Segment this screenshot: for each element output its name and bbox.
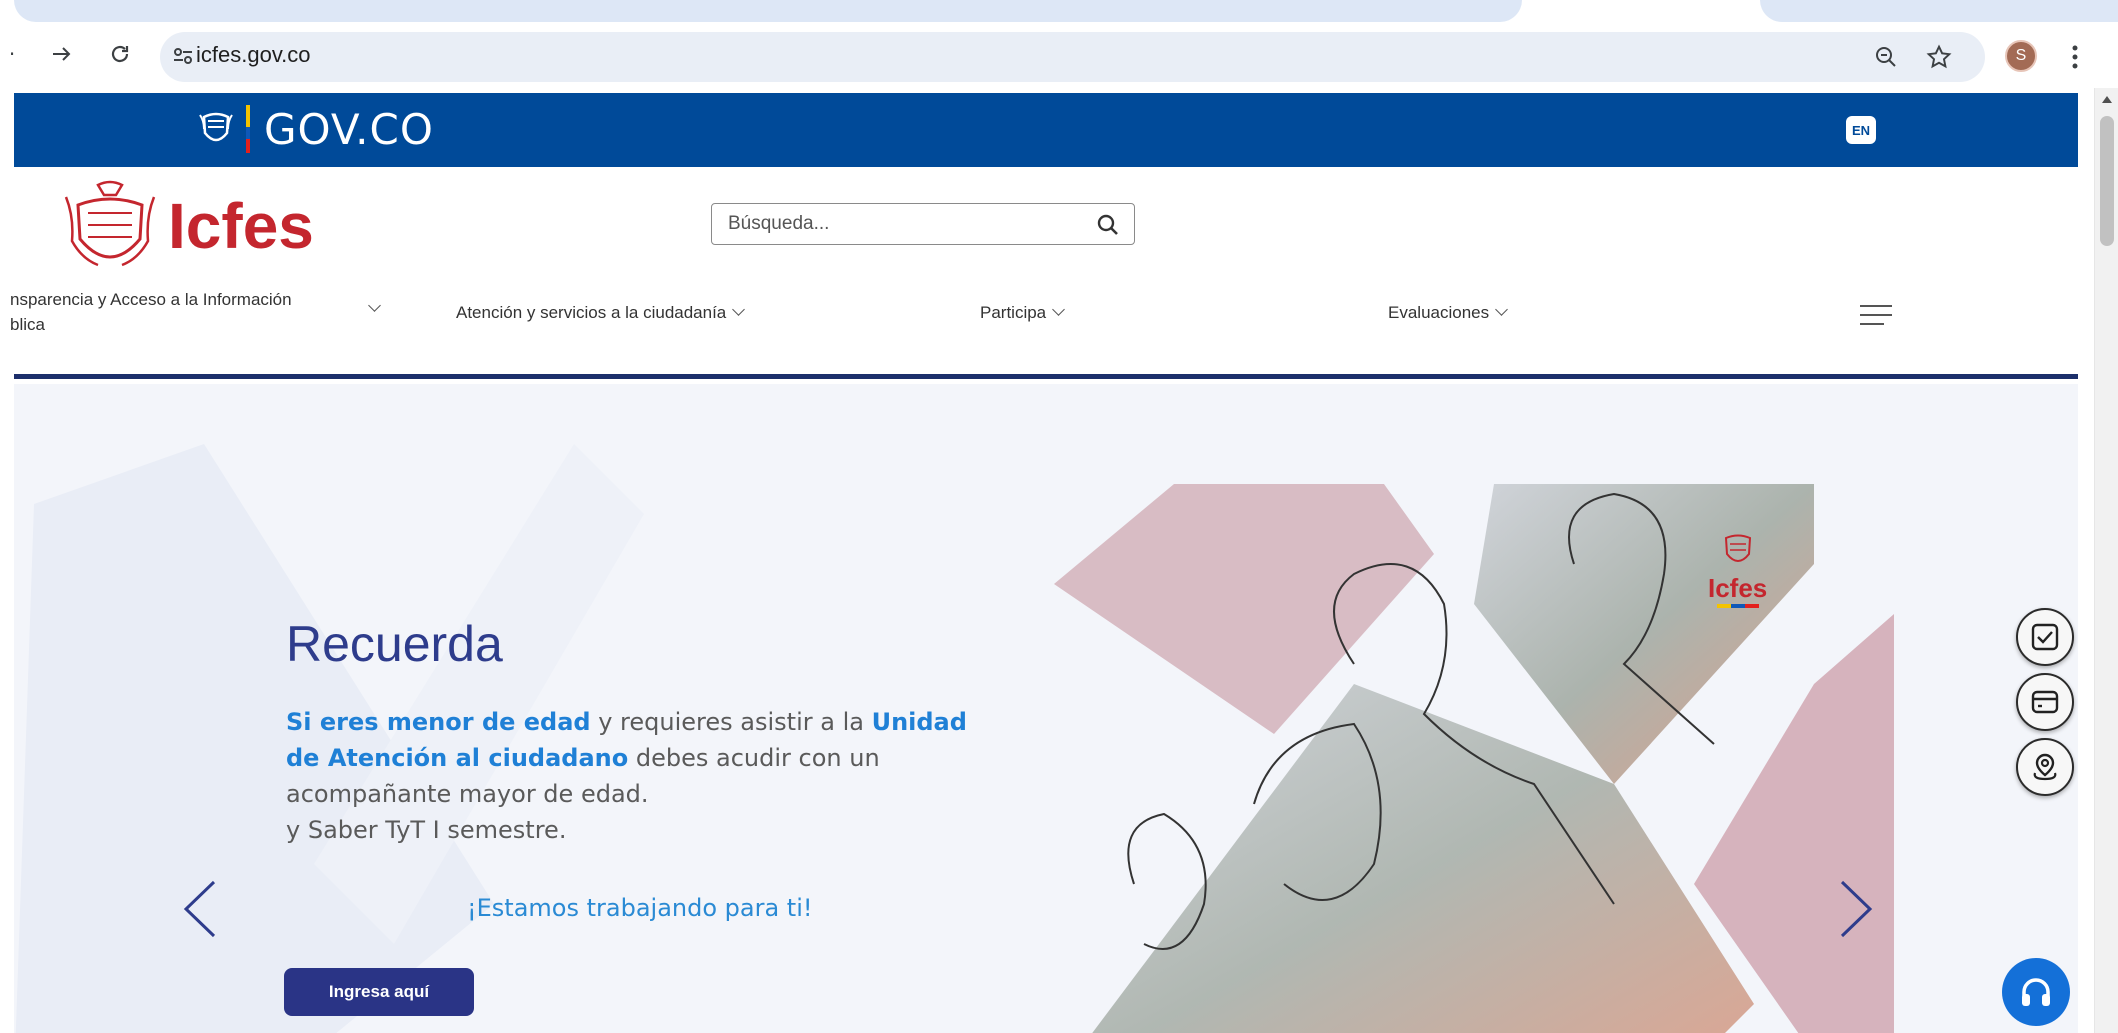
chevron-down-icon xyxy=(1052,303,1066,316)
site-info-icon[interactable] xyxy=(172,45,194,67)
reload-button[interactable] xyxy=(100,34,140,74)
nav-item-label: nsparencia y Acceso a la Información xyxy=(10,290,292,309)
nav-item-label: Evaluaciones xyxy=(1388,303,1490,322)
nav-item-label: Atención y servicios a la ciudadanía xyxy=(456,303,727,322)
hero-emphasis-minor: Si eres menor de edad xyxy=(286,708,591,736)
hamburger-menu-icon[interactable] xyxy=(1860,303,1892,327)
gov-divider-blue xyxy=(246,127,250,139)
hero-text-span: y requieres asistir a la xyxy=(590,708,872,736)
hero-illustration-image xyxy=(1054,484,1914,1033)
hero-carousel: Icfes Recuerda Si eres menor de edad y r… xyxy=(14,384,2078,1033)
checkbox-icon xyxy=(2031,623,2059,651)
icfes-image-logo-text: Icfes xyxy=(1708,573,1768,603)
location-pin-icon xyxy=(2033,753,2057,781)
chevron-down-icon[interactable] xyxy=(368,299,381,312)
url-text[interactable]: icfes.gov.co xyxy=(196,42,311,68)
scroll-up-icon[interactable] xyxy=(2102,96,2112,103)
nav-item-participa[interactable]: Participa xyxy=(980,300,1066,325)
zoom-icon[interactable] xyxy=(1874,45,1898,69)
floating-card-button[interactable] xyxy=(2016,673,2074,731)
icfes-shield-logo-icon[interactable] xyxy=(58,177,162,281)
nav-item-evaluaciones[interactable]: Evaluaciones xyxy=(1388,300,1508,325)
support-chat-button[interactable] xyxy=(2002,958,2070,1026)
browser-toolbar: · icfes.gov.co S xyxy=(0,24,2118,88)
tab-strip xyxy=(0,0,2118,24)
more-menu-icon[interactable] xyxy=(2070,44,2080,70)
floating-location-button[interactable] xyxy=(2016,738,2074,796)
forward-arrow-icon xyxy=(53,47,71,61)
hero-title: Recuerda xyxy=(286,616,503,672)
floating-checklist-button[interactable] xyxy=(2016,608,2074,666)
browser-tab-background[interactable] xyxy=(1760,0,2118,22)
address-bar[interactable]: icfes.gov.co xyxy=(160,32,1985,82)
ingresa-aqui-button[interactable]: Ingresa aquí xyxy=(284,968,474,1016)
reload-icon xyxy=(111,45,129,63)
scrollbar-thumb[interactable] xyxy=(2100,116,2114,246)
hero-text-line-2: y Saber TyT I semestre. xyxy=(286,816,567,844)
icfes-image-logo: Icfes xyxy=(1708,532,1767,608)
nav-item-transparencia[interactable]: nsparencia y Acceso a la Información bli… xyxy=(10,287,292,337)
gov-divider-yellow xyxy=(246,105,250,127)
gov-divider-red xyxy=(246,139,250,153)
hero-body-text: Si eres menor de edad y requieres asisti… xyxy=(286,704,1006,848)
nav-item-label: Participa xyxy=(980,303,1047,322)
chevron-down-icon xyxy=(1495,303,1508,316)
forward-button[interactable] xyxy=(42,34,82,74)
back-button[interactable]: · xyxy=(0,34,32,74)
carousel-prev-icon[interactable] xyxy=(178,878,222,940)
card-icon xyxy=(2031,690,2059,714)
browser-window: · icfes.gov.co S GOV.CO EN Icfes Búsqued… xyxy=(0,0,2118,1033)
browser-tab-background[interactable] xyxy=(14,0,1522,22)
chevron-down-icon xyxy=(732,303,746,316)
language-en-button[interactable]: EN xyxy=(1846,116,1876,144)
icfes-shield-icon xyxy=(1724,534,1751,562)
gov-co-logo-text[interactable]: GOV.CO xyxy=(264,105,434,154)
hero-tagline: ¡Estamos trabajando para ti! xyxy=(467,894,813,922)
gov-co-bar: GOV.CO EN xyxy=(14,93,2078,167)
headset-icon xyxy=(2022,978,2050,1006)
search-placeholder: Búsqueda... xyxy=(728,213,830,234)
site-header: Icfes Búsqueda... nsparencia y Acceso a … xyxy=(10,167,2078,379)
bookmark-star-icon[interactable] xyxy=(1926,44,1952,70)
nav-item-atencion[interactable]: Atención y servicios a la ciudadanía xyxy=(456,300,746,325)
icfes-brand-text[interactable]: Icfes xyxy=(168,189,314,263)
nav-item-label: blica xyxy=(10,315,45,334)
page-scrollbar[interactable] xyxy=(2094,88,2118,1033)
back-arrow-icon: · xyxy=(8,42,16,66)
profile-avatar[interactable]: S xyxy=(2005,40,2037,72)
colombia-shield-icon xyxy=(199,112,233,142)
search-input[interactable]: Búsqueda... xyxy=(711,203,1135,245)
search-icon[interactable] xyxy=(1096,213,1120,237)
carousel-next-icon[interactable] xyxy=(1834,878,1878,940)
page-viewport: GOV.CO EN Icfes Búsqueda... nsparencia y… xyxy=(0,88,2118,1033)
